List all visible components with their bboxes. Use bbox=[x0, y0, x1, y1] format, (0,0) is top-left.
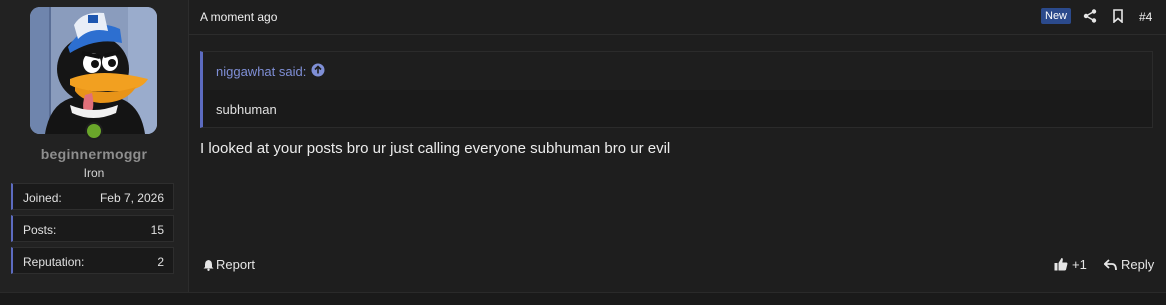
reply-button[interactable]: Reply bbox=[1103, 257, 1155, 272]
stat-value: Feb 7, 2026 bbox=[99, 191, 164, 205]
bookmark-icon[interactable] bbox=[1111, 9, 1125, 23]
report-button[interactable]: Report bbox=[203, 257, 255, 272]
stat-value: 2 bbox=[157, 255, 164, 269]
quote-header: niggawhat said: bbox=[203, 52, 1152, 90]
like-count: +1 bbox=[1072, 257, 1087, 272]
post-message: I looked at your posts bro ur just calli… bbox=[200, 140, 671, 157]
reply-arrow-icon bbox=[1103, 259, 1117, 271]
bell-icon bbox=[203, 260, 214, 271]
avatar-container bbox=[30, 7, 157, 140]
post-timestamp[interactable]: A moment ago bbox=[200, 10, 277, 24]
like-button[interactable]: +1 bbox=[1054, 257, 1087, 272]
stat-value: 15 bbox=[150, 223, 164, 237]
username[interactable]: beginnermoggr bbox=[0, 146, 188, 162]
forum-post: beginnermoggr Iron Joined: Feb 7, 2026 P… bbox=[0, 0, 1166, 293]
quote-author-link[interactable]: niggawhat said: bbox=[216, 64, 306, 79]
circle-arrow-up-icon[interactable] bbox=[311, 63, 325, 77]
author-sidebar: beginnermoggr Iron Joined: Feb 7, 2026 P… bbox=[0, 0, 189, 292]
reply-label: Reply bbox=[1121, 257, 1155, 272]
online-status-indicator bbox=[85, 122, 103, 140]
user-rank: Iron bbox=[83, 166, 105, 180]
report-label: Report bbox=[216, 257, 256, 272]
stat-joined: Joined: Feb 7, 2026 bbox=[11, 183, 174, 210]
stat-label: Reputation: bbox=[23, 255, 85, 269]
stat-posts: Posts: 15 bbox=[11, 215, 174, 242]
quote-text: subhuman bbox=[216, 102, 277, 117]
post-header: A moment ago New #4 bbox=[189, 0, 1166, 35]
new-badge: New bbox=[1041, 8, 1072, 24]
avatar[interactable] bbox=[30, 7, 157, 134]
avatar-image bbox=[30, 7, 157, 134]
stat-label: Joined: bbox=[23, 191, 62, 205]
stat-label: Posts: bbox=[23, 223, 57, 237]
thumbs-up-icon bbox=[1054, 257, 1068, 271]
stat-reputation: Reputation: 2 bbox=[11, 247, 174, 274]
post-number[interactable]: #4 bbox=[1139, 10, 1152, 24]
quote-block: niggawhat said: subhuman bbox=[200, 51, 1153, 128]
share-icon[interactable] bbox=[1083, 9, 1097, 23]
